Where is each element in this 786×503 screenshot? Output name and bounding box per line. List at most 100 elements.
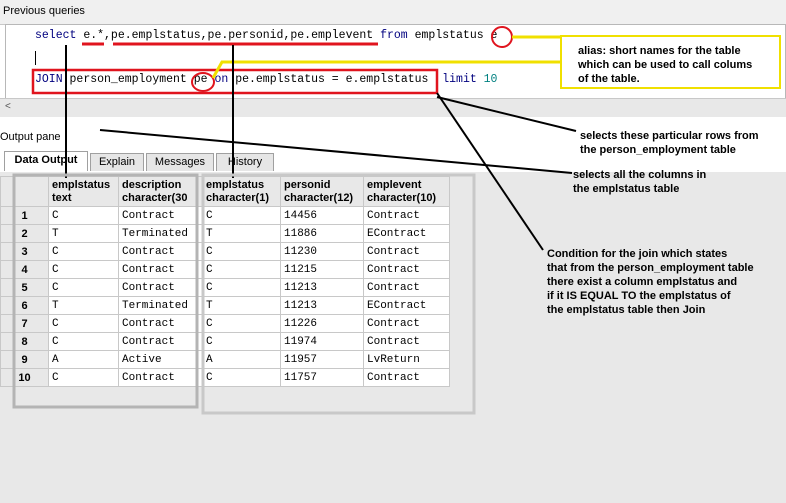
- table-cell[interactable]: Contract: [363, 260, 450, 279]
- row-number[interactable]: 9: [0, 350, 49, 369]
- row-number[interactable]: 1: [0, 206, 49, 225]
- table-cell[interactable]: Contract: [363, 206, 450, 225]
- table-cell[interactable]: 11957: [280, 350, 364, 369]
- table-row[interactable]: 10 C Contract C 11757 Contract: [0, 368, 450, 387]
- text-cursor: [35, 51, 36, 65]
- table-cell[interactable]: C: [202, 332, 281, 351]
- tab-messages[interactable]: Messages: [146, 153, 214, 171]
- table-cell[interactable]: C: [48, 368, 119, 387]
- column-header[interactable]: emplstatus character(1): [202, 176, 281, 207]
- table-cell[interactable]: C: [202, 314, 281, 333]
- table-cell[interactable]: Contract: [118, 260, 203, 279]
- table-cell[interactable]: Terminated: [118, 296, 203, 315]
- table-cell[interactable]: C: [48, 314, 119, 333]
- join-note: Condition for the join which states that…: [547, 247, 754, 317]
- table-cell[interactable]: Contract: [118, 314, 203, 333]
- table-cell[interactable]: T: [48, 224, 119, 243]
- table-row[interactable]: 5 C Contract C 11213 Contract: [0, 278, 450, 297]
- kw-on: on: [214, 73, 229, 86]
- table-cell[interactable]: 14456: [280, 206, 364, 225]
- table-cell[interactable]: T: [48, 296, 119, 315]
- table-cell[interactable]: C: [202, 206, 281, 225]
- table-row[interactable]: 2 T Terminated T 11886 EContract: [0, 224, 450, 243]
- table-cell[interactable]: Active: [118, 350, 203, 369]
- table-cell[interactable]: Contract: [363, 314, 450, 333]
- sql-line-1[interactable]: select e.*,pe.emplstatus,pe.personid,pe.…: [35, 29, 497, 42]
- note-line: if it IS EQUAL TO the emplstatus of: [547, 290, 731, 302]
- table-cell[interactable]: Contract: [118, 242, 203, 261]
- table-cell[interactable]: 11886: [280, 224, 364, 243]
- row-number[interactable]: 3: [0, 242, 49, 261]
- table-cell[interactable]: 11213: [280, 296, 364, 315]
- output-pane-label: Output pane: [0, 131, 61, 143]
- table-cell[interactable]: T: [202, 224, 281, 243]
- table-cell[interactable]: 11213: [280, 278, 364, 297]
- table-cell[interactable]: A: [48, 350, 119, 369]
- column-header[interactable]: personid character(12): [280, 176, 364, 207]
- row-number[interactable]: 8: [0, 332, 49, 351]
- table-cell[interactable]: 11215: [280, 260, 364, 279]
- table-cell[interactable]: C: [202, 368, 281, 387]
- column-name: personid: [284, 178, 331, 191]
- column-type: text: [52, 191, 72, 204]
- table-cell[interactable]: Contract: [363, 242, 450, 261]
- column-type: character(10): [367, 191, 437, 204]
- table-cell[interactable]: EContract: [363, 224, 450, 243]
- table-cell[interactable]: LvReturn: [363, 350, 450, 369]
- tab-explain[interactable]: Explain: [90, 153, 144, 171]
- column-type: character(1): [206, 191, 269, 204]
- column-header[interactable]: emplevent character(10): [363, 176, 450, 207]
- scroll-left-icon[interactable]: <: [5, 101, 11, 112]
- join-condition: pe.emplstatus = e.emplstatus: [235, 73, 429, 86]
- row-number[interactable]: 2: [0, 224, 49, 243]
- table-cell[interactable]: C: [48, 332, 119, 351]
- row-number[interactable]: 6: [0, 296, 49, 315]
- table-cell[interactable]: A: [202, 350, 281, 369]
- table-cell[interactable]: Contract: [363, 368, 450, 387]
- table-cell[interactable]: Contract: [363, 278, 450, 297]
- table-cell[interactable]: 11757: [280, 368, 364, 387]
- column-header[interactable]: emplstatus text: [48, 176, 119, 207]
- columns-note: selects all the columns in the emplstatu…: [573, 168, 706, 196]
- row-number[interactable]: 10: [0, 368, 49, 387]
- table-cell[interactable]: EContract: [363, 296, 450, 315]
- table-row[interactable]: 3 C Contract C 11230 Contract: [0, 242, 450, 261]
- previous-queries-bar[interactable]: [0, 0, 786, 25]
- tab-history[interactable]: History: [216, 153, 274, 171]
- note-line: alias: short names for the table: [578, 45, 741, 57]
- column-header[interactable]: description character(30: [118, 176, 203, 207]
- alias-note: alias: short names for the table which c…: [578, 44, 752, 86]
- table-row[interactable]: 1 C Contract C 14456 Contract: [0, 206, 450, 225]
- table-cell[interactable]: C: [48, 278, 119, 297]
- table-row[interactable]: 7 C Contract C 11226 Contract: [0, 314, 450, 333]
- editor-horizontal-scrollbar[interactable]: [0, 98, 786, 117]
- table-cell[interactable]: C: [202, 278, 281, 297]
- table-row[interactable]: 4 C Contract C 11215 Contract: [0, 260, 450, 279]
- table-cell[interactable]: Terminated: [118, 224, 203, 243]
- sql-line-2[interactable]: JOIN person_employment pe on pe.emplstat…: [35, 73, 497, 86]
- table-cell[interactable]: T: [202, 296, 281, 315]
- table-cell[interactable]: Contract: [118, 206, 203, 225]
- table-cell[interactable]: 11226: [280, 314, 364, 333]
- table-row[interactable]: 8 C Contract C 11974 Contract: [0, 332, 450, 351]
- table-row[interactable]: 6 T Terminated T 11213 EContract: [0, 296, 450, 315]
- table-cell[interactable]: C: [202, 242, 281, 261]
- table-cell[interactable]: Contract: [363, 332, 450, 351]
- table-cell[interactable]: C: [48, 260, 119, 279]
- note-line: there exist a column emplstatus and: [547, 276, 738, 288]
- table-cell[interactable]: C: [202, 260, 281, 279]
- table-cell[interactable]: C: [48, 242, 119, 261]
- row-number[interactable]: 7: [0, 314, 49, 333]
- column-name: emplstatus: [52, 178, 111, 191]
- table-cell[interactable]: 11230: [280, 242, 364, 261]
- table-cell[interactable]: Contract: [118, 332, 203, 351]
- note-line: selects these particular rows from: [580, 130, 759, 142]
- table-cell[interactable]: Contract: [118, 278, 203, 297]
- table-cell[interactable]: Contract: [118, 368, 203, 387]
- table-cell[interactable]: C: [48, 206, 119, 225]
- tab-data-output[interactable]: Data Output: [4, 151, 88, 171]
- row-number[interactable]: 4: [0, 260, 49, 279]
- row-number[interactable]: 5: [0, 278, 49, 297]
- table-row[interactable]: 9 A Active A 11957 LvReturn: [0, 350, 450, 369]
- table-cell[interactable]: 11974: [280, 332, 364, 351]
